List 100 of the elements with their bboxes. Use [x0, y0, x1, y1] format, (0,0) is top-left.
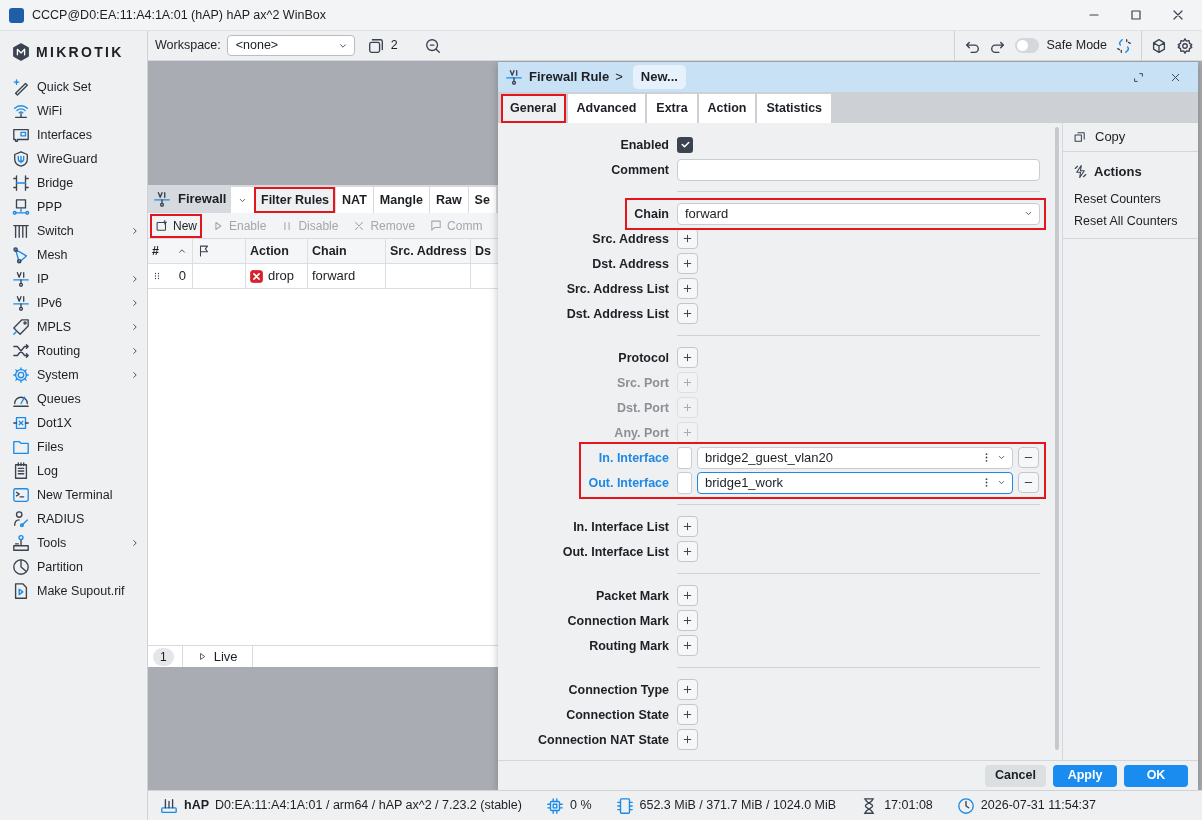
add-button[interactable] — [677, 704, 698, 725]
plus-icon — [681, 683, 694, 696]
plus-icon — [681, 376, 694, 389]
settings-icon[interactable] — [1176, 36, 1194, 55]
add-button[interactable] — [677, 635, 698, 656]
expand-icon[interactable] — [1132, 70, 1145, 84]
add-button[interactable] — [677, 541, 698, 562]
sidebar-item[interactable]: IPv6 — [0, 291, 147, 315]
sidebar-item[interactable]: Switch — [0, 219, 147, 243]
workspace-dropdown[interactable]: <none> — [226, 35, 355, 56]
toolbar-button[interactable]: New — [150, 213, 202, 238]
cube-icon[interactable] — [1150, 36, 1168, 55]
sidebar-item[interactable]: Routing — [0, 339, 147, 363]
new-window-icon — [155, 218, 169, 233]
row-count: 1 — [153, 647, 174, 666]
sidebar-item[interactable]: RADIUS — [0, 507, 147, 531]
plus-icon — [681, 401, 694, 414]
live-button[interactable]: Live — [181, 645, 253, 667]
sidebar-item[interactable]: Files — [0, 435, 147, 459]
dropdown-field[interactable]: bridge1_work — [697, 471, 1013, 494]
sidebar-item[interactable]: New Terminal — [0, 483, 147, 507]
action-link[interactable]: Reset Counters — [1063, 187, 1198, 211]
column-header[interactable]: Chain — [308, 239, 386, 264]
dialog-button[interactable]: Cancel — [985, 764, 1046, 787]
sidebar-item[interactable]: Interfaces — [0, 123, 147, 147]
tab[interactable]: Advanced — [567, 94, 646, 123]
safe-mode-toggle[interactable] — [1014, 38, 1039, 53]
sidebar-item[interactable]: Make Supout.rif — [0, 579, 147, 603]
app-icon — [9, 7, 24, 23]
sidebar-item[interactable]: Bridge — [0, 171, 147, 195]
plus-icon — [681, 639, 694, 652]
sidebar-item[interactable]: WireGuard — [0, 147, 147, 171]
sidebar-item[interactable]: MPLS — [0, 315, 147, 339]
network-node-icon — [153, 190, 171, 208]
tab[interactable]: Extra — [647, 94, 697, 123]
tab[interactable]: NAT — [335, 187, 373, 213]
sidebar-item[interactable]: PPP — [0, 195, 147, 219]
sidebar-item[interactable]: IP — [0, 267, 147, 291]
tag-icon — [12, 318, 30, 336]
copy-icon — [1073, 130, 1087, 144]
comment-icon — [429, 218, 444, 233]
table-cell-text: drop — [268, 267, 295, 286]
field-label: Src. Port — [616, 375, 669, 390]
sidebar-item[interactable]: Log — [0, 459, 147, 483]
field-label: Dst. Port — [616, 400, 669, 415]
add-button[interactable] — [677, 303, 698, 324]
add-button[interactable] — [677, 585, 698, 606]
text-field[interactable] — [677, 158, 1040, 181]
network-node-icon — [12, 294, 30, 312]
scrollbar[interactable] — [1055, 127, 1059, 750]
column-header[interactable]: Src. Address — [386, 239, 471, 264]
field-label: Out. Interface — [588, 475, 669, 490]
sidebar-item[interactable]: WiFi — [0, 99, 147, 123]
action-link[interactable]: Reset All Counters — [1063, 210, 1198, 233]
tab[interactable]: Se — [467, 187, 496, 213]
tab[interactable]: Action — [698, 94, 756, 123]
tab[interactable]: Statistics — [757, 94, 832, 123]
checkbox[interactable] — [677, 136, 693, 153]
copy-button[interactable]: Copy — [1073, 127, 1126, 147]
add-button[interactable] — [677, 228, 698, 249]
add-button[interactable] — [677, 679, 698, 700]
tab[interactable]: Filter Rules — [254, 187, 336, 213]
add-button[interactable] — [677, 347, 698, 368]
column-header[interactable]: # — [148, 239, 193, 264]
field-label: Comment — [611, 162, 669, 177]
tab[interactable]: Mangle — [372, 187, 429, 213]
add-button[interactable] — [677, 278, 698, 299]
negate-toggle[interactable] — [677, 446, 692, 469]
tab[interactable]: Raw — [428, 187, 468, 213]
dropdown-field[interactable]: bridge2_guest_vlan20 — [697, 446, 1013, 469]
add-button[interactable] — [677, 253, 698, 274]
shield-icon — [12, 150, 30, 168]
negate-toggle[interactable] — [677, 471, 692, 494]
column-header[interactable]: Action — [246, 239, 308, 264]
add-button[interactable] — [677, 729, 698, 750]
windows-icon[interactable] — [366, 36, 385, 55]
tab[interactable]: General — [501, 94, 566, 123]
add-button[interactable] — [677, 516, 698, 537]
sidebar-item[interactable]: Dot1X — [0, 411, 147, 435]
field-label: Src. Address List — [566, 281, 669, 296]
maximize-icon[interactable] — [1128, 7, 1144, 23]
field-label: Dst. Address List — [566, 306, 669, 321]
plus-icon — [681, 426, 694, 439]
sidebar-item[interactable]: Queues — [0, 387, 147, 411]
field-label: Packet Mark — [596, 588, 669, 603]
plus-icon — [681, 614, 694, 627]
switch-icon — [12, 222, 30, 240]
sidebar-item[interactable]: Tools — [0, 531, 147, 555]
sidebar-item[interactable]: Quick Set — [0, 75, 147, 99]
sidebar-item[interactable]: Partition — [0, 555, 147, 579]
window-title: Firewall — [178, 190, 227, 209]
dropdown-field[interactable]: forward — [677, 202, 1040, 225]
cpu-icon — [545, 796, 564, 815]
search-icon[interactable] — [423, 36, 442, 55]
folder-icon — [12, 438, 30, 456]
plus-icon — [681, 545, 694, 558]
sidebar-item[interactable]: Mesh — [0, 243, 147, 267]
add-button[interactable] — [677, 610, 698, 631]
column-header[interactable]: Ds — [471, 239, 498, 264]
sidebar-item[interactable]: System — [0, 363, 147, 387]
